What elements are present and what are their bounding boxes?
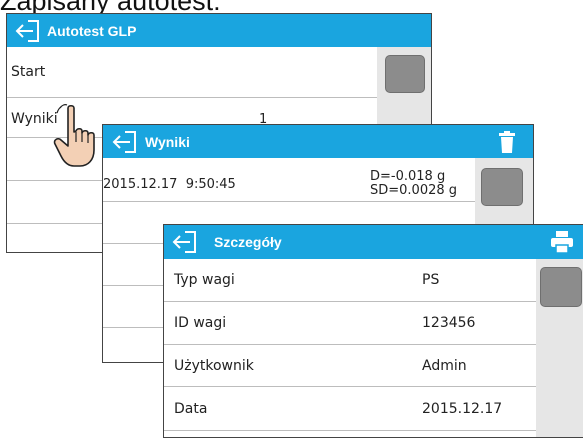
scrollbar-thumb[interactable] [481, 168, 523, 206]
trash-icon[interactable] [495, 130, 519, 154]
printer-icon[interactable] [548, 230, 576, 254]
detail-row-data: Data 2015.12.17 [164, 387, 536, 431]
menu-item-label: Start [11, 64, 46, 80]
scrollbar-thumb[interactable] [385, 55, 425, 93]
window-title: Wyniki [145, 133, 190, 150]
result-row[interactable]: 2015.12.17 9:50:45 D=-0.018 g SD=0.0028 … [103, 158, 475, 202]
detail-value: Admin [422, 358, 467, 374]
menu-item-label: Wyniki [11, 111, 58, 127]
window-title: Szczegóły [214, 234, 282, 250]
szczegoly-titlebar: Szczegóły [164, 225, 583, 259]
detail-label: Użytkownik [174, 357, 254, 374]
detail-row-uzytkownik: Użytkownik Admin [164, 345, 536, 387]
result-sd-value: SD=0.0028 g [370, 183, 458, 198]
szczegoly-window: Szczegóły Typ wagi PS ID wagi 123456 Uży… [163, 224, 583, 438]
detail-value: PS [422, 272, 440, 288]
autotest-glp-titlebar: Autotest GLP [7, 14, 431, 47]
wyniki-titlebar: Wyniki [103, 125, 533, 158]
detail-label: ID wagi [174, 315, 227, 331]
result-d-value: D=-0.018 g [370, 169, 446, 184]
detail-label: Data [174, 400, 208, 417]
detail-row-typ-wagi: Typ wagi PS [164, 259, 536, 302]
detail-row-id-wagi: ID wagi 123456 [164, 302, 536, 345]
menu-item-start[interactable]: Start [7, 47, 377, 98]
back-arrow-icon[interactable] [103, 125, 145, 158]
result-datetime: 2015.12.17 9:50:45 [103, 177, 236, 192]
detail-value: 123456 [422, 315, 476, 331]
window-title: Autotest GLP [47, 22, 137, 39]
back-arrow-icon[interactable] [7, 14, 47, 47]
detail-value: 2015.12.17 [422, 401, 503, 417]
scrollbar-track[interactable] [536, 259, 583, 437]
scrollbar-thumb[interactable] [540, 267, 582, 307]
detail-label: Typ wagi [174, 272, 235, 288]
pointing-hand-icon [52, 104, 104, 170]
back-arrow-icon[interactable] [164, 225, 204, 259]
